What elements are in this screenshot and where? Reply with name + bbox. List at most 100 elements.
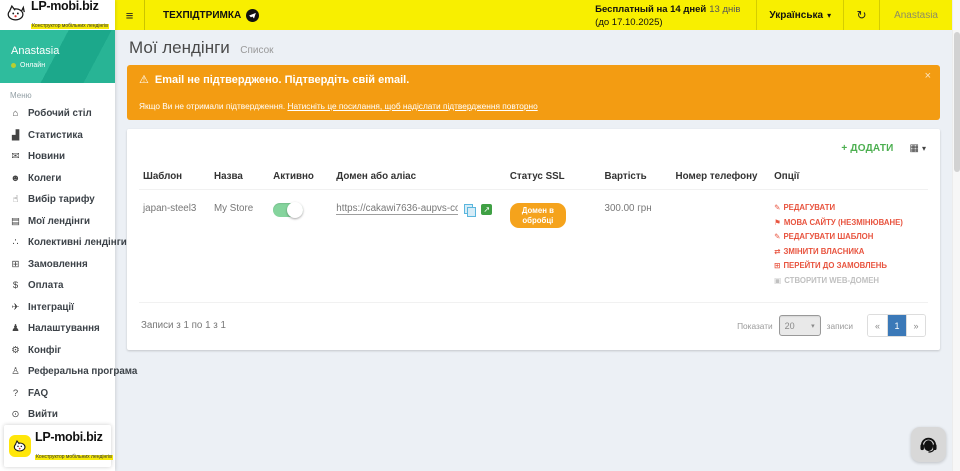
close-icon[interactable]: ×: [925, 70, 931, 82]
brand-logo-bottom[interactable]: LP-mobi.biz Конструктор мобільних лендін…: [4, 425, 111, 467]
warning-icon: ⚠: [139, 73, 149, 86]
cart-icon: ⊞: [774, 261, 780, 270]
hand-pointer-icon: ☝: [10, 194, 21, 205]
email-warning-alert: ⚠ Email не підтверджено. Підтвердіть сві…: [127, 65, 940, 120]
sidebar-user-panel: Anastasia Онлайн: [0, 30, 115, 83]
telegram-icon: [246, 9, 259, 22]
option-change-owner[interactable]: ⇄ЗМІНИТИ ВЛАСНИКА: [774, 247, 924, 256]
table-footer: Записи з 1 по 1 з 1 Показати 20 ▾ записи…: [139, 303, 928, 350]
col-template: Шаблон: [139, 166, 210, 190]
pagination-prev-button[interactable]: «: [868, 315, 887, 336]
bar-chart-icon: ▟: [10, 130, 21, 141]
topbar-spacer: [259, 0, 595, 30]
news-icon: ✉: [10, 151, 21, 162]
col-active: Активно: [269, 166, 332, 190]
edit-icon: ✎: [774, 232, 780, 241]
col-phone: Номер телефону: [672, 166, 771, 190]
copy-icon[interactable]: [464, 204, 475, 215]
cart-icon: ⊞: [10, 259, 21, 270]
row-options-list: ✎РЕДАГУВАТИ ⚑МОВА САЙТУ (НЕЗМІНЮВАНЕ) ✎Р…: [774, 203, 924, 285]
add-landing-button[interactable]: + ДОДАТИ: [841, 143, 893, 154]
sidebar-item-statistics[interactable]: ▟Статистика: [0, 124, 115, 146]
pagination: « 1 »: [867, 314, 926, 337]
user-plus-icon: ♙: [10, 366, 21, 377]
sidebar-item-logout[interactable]: ⊙Вийти: [0, 404, 115, 426]
ssl-status-badge[interactable]: Домен в обробці: [510, 203, 566, 228]
records-label: записи: [827, 321, 853, 331]
option-go-to-orders[interactable]: ⊞ПЕРЕЙТИ ДО ЗАМОВЛЕНЬ: [774, 261, 924, 270]
refresh-icon: ↻: [857, 8, 867, 22]
brand-title: LP-mobi.biz: [31, 0, 99, 13]
page-title: Мої лендінги: [129, 38, 230, 57]
table-header-row: Шаблон Назва Активно Домен або аліас Ста…: [139, 166, 928, 190]
topbar: ≡ ТЕХПІДТРИМКА Бесплатный на 14 дней13 д…: [115, 0, 952, 30]
option-create-web-domain: ▣СТВОРИТИ WEB-ДОМЕН: [774, 276, 924, 285]
main-content: Мої лендінги Список ⚠ Email не підтвердж…: [115, 30, 952, 471]
gears-icon: ⚙: [10, 345, 21, 356]
active-toggle[interactable]: [273, 203, 303, 217]
scrollbar-thumb[interactable]: [954, 32, 960, 172]
brand-subtitle: Конструктор мобільних лендінгів: [35, 455, 113, 460]
col-options: Опції: [770, 166, 928, 190]
cell-phone: [672, 190, 771, 303]
pagination-page-1[interactable]: 1: [887, 315, 906, 336]
support-chat-button[interactable]: [911, 427, 946, 462]
refresh-button[interactable]: ↻: [843, 0, 879, 30]
sidebar-item-payment[interactable]: $Оплата: [0, 275, 115, 297]
domain-link[interactable]: https://cakawi7636-aupvs-com-42: [336, 203, 458, 215]
plus-icon: +: [841, 143, 847, 154]
sidebar-item-collective-landings[interactable]: ∴Колективні лендінги: [0, 232, 115, 254]
cell-active: [269, 190, 332, 303]
option-edit-template[interactable]: ✎РЕДАГУВАТИ ШАБЛОН: [774, 232, 924, 241]
view-options-button[interactable]: ▦ ▾: [910, 143, 926, 154]
trial-plan-title: Бесплатный на 14 дней: [595, 4, 706, 15]
sidebar: LP-mobi.biz Конструктор мобільних лендін…: [0, 0, 115, 471]
col-domain: Домен або аліас: [332, 166, 506, 190]
pagination-next-button[interactable]: »: [906, 315, 925, 336]
alert-title-text: Email не підтверджено. Підтвердіть свій …: [155, 74, 409, 86]
option-site-language[interactable]: ⚑МОВА САЙТУ (НЕЗМІНЮВАНЕ): [774, 218, 924, 227]
show-label: Показати: [737, 321, 773, 331]
dog-mascot-icon: [9, 435, 31, 457]
dog-mascot-icon: [5, 2, 27, 29]
col-name: Назва: [210, 166, 269, 190]
sidebar-item-colleagues[interactable]: ☻Колеги: [0, 167, 115, 189]
sidebar-item-faq[interactable]: ?FAQ: [0, 382, 115, 404]
headset-icon: [918, 433, 939, 457]
brand-title: LP-mobi.biz: [35, 430, 103, 444]
page-size-value: 20: [785, 321, 795, 331]
chevron-down-icon: ▾: [922, 144, 926, 153]
tech-support-button[interactable]: ТЕХПІДТРИМКА: [163, 0, 259, 30]
sidebar-menu: ⌂Робочий стіл ▟Статистика ✉Новини ☻Колег…: [0, 103, 115, 426]
sidebar-item-tariff[interactable]: ☝Вибір тарифу: [0, 189, 115, 211]
sidebar-item-settings[interactable]: ♟Налаштування: [0, 318, 115, 340]
language-selector[interactable]: Українська ▾: [756, 0, 843, 30]
chevron-down-icon: ▾: [811, 322, 815, 330]
scrollbar-track[interactable]: [952, 0, 960, 471]
brand-logo-top[interactable]: LP-mobi.biz Конструктор мобільних лендін…: [0, 0, 115, 30]
flag-icon: ⚑: [774, 218, 781, 227]
sidebar-item-news[interactable]: ✉Новини: [0, 146, 115, 168]
dollar-icon: $: [10, 280, 21, 291]
resend-confirmation-link[interactable]: Натисніть це посилання, щоб надіслати пі…: [287, 101, 537, 111]
question-icon: ?: [10, 388, 21, 399]
option-edit[interactable]: ✎РЕДАГУВАТИ: [774, 203, 924, 212]
sidebar-item-my-landings[interactable]: ▤Мої лендінги: [0, 210, 115, 232]
share-icon: ∴: [10, 237, 21, 248]
landing-pages-icon: ▤: [10, 216, 21, 227]
page-size-select[interactable]: 20 ▾: [779, 315, 821, 336]
sidebar-item-config[interactable]: ⚙Конфіг: [0, 339, 115, 361]
paper-plane-icon: ✈: [10, 302, 21, 313]
sidebar-item-workspace[interactable]: ⌂Робочий стіл: [0, 103, 115, 125]
col-ssl-status: Статус SSL: [506, 166, 601, 190]
users-icon: ☻: [10, 173, 21, 184]
power-icon: ⊙: [10, 409, 21, 420]
sidebar-item-orders[interactable]: ⊞Замовлення: [0, 253, 115, 275]
sidebar-item-integrations[interactable]: ✈Інтеграції: [0, 296, 115, 318]
external-link-icon[interactable]: ↗: [481, 204, 492, 215]
sidebar-toggle-button[interactable]: ≡: [115, 0, 145, 30]
topbar-username[interactable]: Anastasia: [879, 0, 952, 30]
clone-icon: ▣: [774, 276, 781, 285]
sidebar-item-referral[interactable]: ♙Реферальна програма: [0, 361, 115, 383]
sidebar-user-name: Anastasia: [11, 45, 104, 57]
